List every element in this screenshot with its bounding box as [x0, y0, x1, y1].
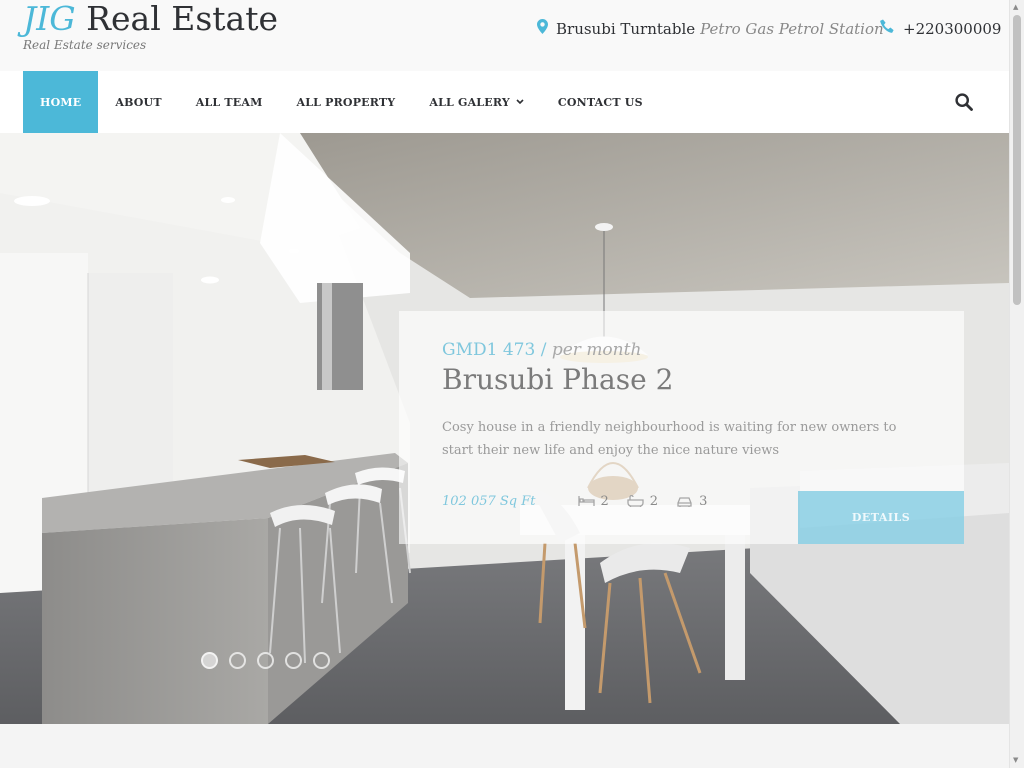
hero-slider: GMD1 473 / per month Brusubi Phase 2 Cos…	[0, 133, 1009, 724]
slider-dot-1[interactable]	[201, 652, 218, 669]
price-separator: /	[535, 340, 552, 360]
logo-accent: JIG	[23, 0, 76, 38]
property-info-card: GMD1 473 / per month Brusubi Phase 2 Cos…	[399, 311, 964, 544]
phone-icon	[880, 19, 895, 38]
scroll-down-arrow-icon[interactable]: ▼	[1013, 756, 1018, 764]
nav-label: ALL TEAM	[195, 95, 263, 109]
site-tagline: Real Estate services	[23, 38, 147, 52]
bed-icon	[577, 496, 595, 506]
beds-count: 2	[600, 493, 609, 509]
slider-dot-2[interactable]	[229, 652, 246, 669]
nav-item-about[interactable]: ABOUT	[98, 71, 178, 133]
details-button[interactable]: DETAILS	[798, 491, 964, 544]
property-area: 102 057 Sq Ft	[442, 493, 536, 509]
nav-label: HOME	[40, 95, 82, 109]
garage-icon	[677, 497, 692, 507]
price-period: per month	[551, 340, 642, 360]
slider-dot-4[interactable]	[285, 652, 302, 669]
top-header: JIG Real Estate Real Estate services Bru…	[0, 0, 1009, 71]
phone-number[interactable]: +220300009	[903, 20, 1001, 38]
garages-spec: 3	[676, 494, 707, 509]
property-description: Cosy house in a friendly neighbourhood i…	[442, 420, 897, 458]
contact-address: Brusubi Turntable Petro Gas Petrol Stati…	[537, 19, 884, 38]
nav-item-contact-us[interactable]: CONTACT US	[541, 71, 660, 133]
nav-item-all-galery[interactable]: ALL GALERY	[412, 71, 541, 133]
nav-label: ALL PROPERTY	[296, 95, 396, 109]
main-navigation: HOME ABOUT ALL TEAM ALL PROPERTY ALL GAL…	[0, 71, 1009, 134]
property-title[interactable]: Brusubi Phase 2	[442, 363, 673, 396]
contact-phone: +220300009	[880, 19, 1001, 38]
nav-list: HOME ABOUT ALL TEAM ALL PROPERTY ALL GAL…	[23, 71, 660, 133]
nav-label: ALL GALERY	[429, 95, 510, 109]
nav-label: CONTACT US	[557, 95, 643, 109]
baths-count: 2	[649, 493, 659, 509]
beds-spec: 2	[577, 493, 609, 509]
nav-label: ABOUT	[115, 95, 162, 109]
address-detail: Petro Gas Petrol Station	[700, 19, 884, 38]
address-main: Brusubi Turntable	[556, 19, 696, 38]
site-logo[interactable]: JIG Real Estate	[23, 0, 278, 38]
logo-main: Real Estate	[86, 0, 278, 38]
nav-item-home[interactable]: HOME	[23, 71, 99, 133]
property-specs: 102 057 Sq Ft 2 2 3	[442, 489, 725, 513]
slider-pagination	[201, 652, 341, 669]
slider-dot-5[interactable]	[313, 652, 330, 669]
baths-spec: 2	[627, 494, 658, 509]
bath-icon	[627, 495, 644, 507]
scroll-up-arrow-icon[interactable]: ▲	[1013, 3, 1018, 11]
slider-dot-3[interactable]	[257, 652, 274, 669]
garages-count: 3	[699, 493, 708, 509]
price-amount: GMD1 473	[442, 340, 536, 360]
property-price: GMD1 473 / per month	[442, 340, 641, 360]
page-scrollbar[interactable]: ▲ ▼	[1009, 0, 1024, 768]
chevron-down-icon	[516, 97, 524, 107]
nav-item-all-property[interactable]: ALL PROPERTY	[279, 71, 412, 133]
search-icon[interactable]	[955, 93, 973, 111]
scroll-thumb[interactable]	[1013, 15, 1021, 305]
map-pin-icon	[537, 19, 548, 38]
nav-item-all-team[interactable]: ALL TEAM	[179, 71, 280, 133]
